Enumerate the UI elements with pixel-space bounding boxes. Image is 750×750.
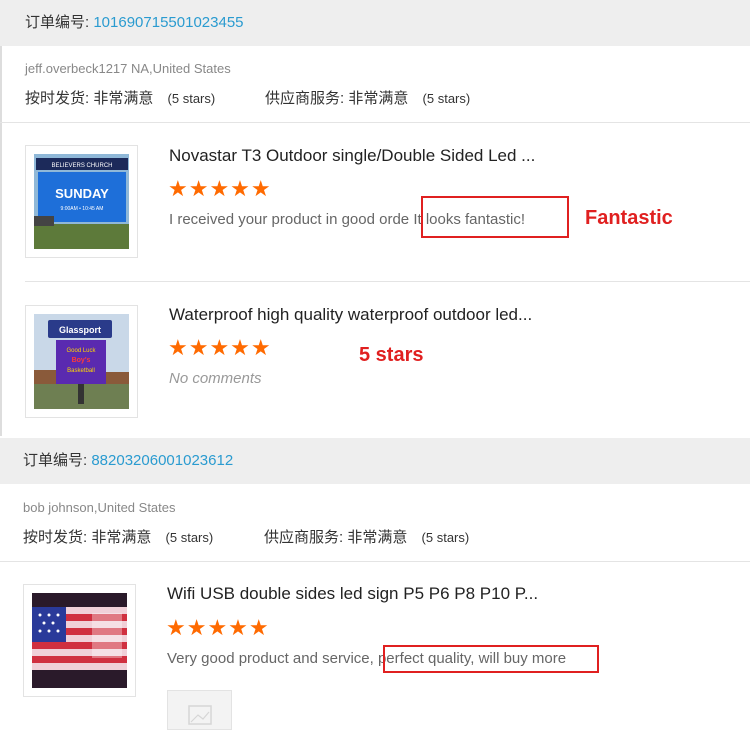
shipping-stars-text: (5 stars) (167, 91, 216, 106)
divider (0, 561, 750, 562)
review-photo-thumbnail[interactable] (167, 690, 232, 730)
product-thumbnail[interactable]: Glassport Good Luck Boy's Basketball (25, 305, 138, 418)
review-comment-part1: Very good product and service, (167, 650, 374, 667)
shipping-value: 非常满意 (93, 90, 154, 107)
seller-rating-line: 按时发货: 非常满意 (5 stars) 供应商服务: 非常满意 (5 star… (23, 526, 723, 547)
sign-header-text: BELIEVERS CHURCH (51, 163, 112, 169)
product-image-school-sign: Glassport Good Luck Boy's Basketball (34, 314, 129, 409)
sign-sub-text: 9:00AM • 10:45 AM (61, 206, 104, 212)
order-number-link[interactable]: 101690715501023455 (93, 14, 243, 31)
product-title-link[interactable]: Wifi USB double sides led sign P5 P6 P8 … (167, 584, 538, 604)
seller-rating-line: 按时发货: 非常满意 (5 stars) 供应商服务: 非常满意 (5 star… (25, 87, 725, 108)
product-thumbnail[interactable] (23, 584, 136, 697)
divider (0, 122, 750, 123)
service-value: 非常满意 (348, 90, 409, 107)
shipping-label: 按时发货: (23, 529, 88, 546)
highlight-box (383, 645, 599, 673)
sign-line2: Boy's (72, 357, 91, 364)
order-number-label: 订单编号: (25, 14, 90, 31)
product-image-led-sign: BELIEVERS CHURCH SUNDAY 9:00AM • 10:45 A… (34, 154, 129, 249)
service-label: 供应商服务: (265, 90, 345, 107)
annotation-fantastic: Fantastic (585, 207, 673, 229)
review-comment-part1: I received your product in good orde (169, 211, 410, 228)
left-divider (0, 46, 2, 436)
order-header: 订单编号: 101690715501023455 (0, 0, 750, 46)
highlight-box (421, 196, 569, 238)
rating-stars: ★★★★★ (166, 615, 270, 640)
rating-stars: ★★★★★ (168, 335, 272, 360)
service-stars-text: (5 stars) (422, 91, 471, 106)
no-comments-text: No comments (169, 370, 262, 387)
product-thumbnail[interactable]: BELIEVERS CHURCH SUNDAY 9:00AM • 10:45 A… (25, 145, 138, 258)
annotation-5-stars: 5 stars (359, 344, 424, 366)
shipping-value: 非常满意 (91, 529, 152, 546)
sign-line1: Good Luck (66, 348, 96, 354)
product-image-flag-sign (32, 593, 127, 688)
service-value: 非常满意 (347, 529, 408, 546)
product-title-link[interactable]: Novastar T3 Outdoor single/Double Sided … (169, 146, 535, 166)
sign-top-text: Glassport (59, 325, 101, 335)
order-number-link[interactable]: 88203206001023612 (91, 452, 233, 469)
buyer-name: jeff.overbeck1217 NA,United States (25, 61, 231, 76)
order-number-label: 订单编号: (23, 452, 88, 469)
divider (25, 281, 750, 282)
service-stars-text: (5 stars) (421, 530, 470, 545)
rating-stars: ★★★★★ (168, 176, 272, 201)
shipping-label: 按时发货: (25, 90, 90, 107)
product-title-link[interactable]: Waterproof high quality waterproof outdo… (169, 305, 532, 325)
service-label: 供应商服务: (264, 529, 344, 546)
image-placeholder-icon (188, 705, 212, 725)
order-header: 订单编号: 88203206001023612 (0, 438, 750, 484)
sign-main-text: SUNDAY (55, 186, 109, 201)
shipping-stars-text: (5 stars) (165, 530, 214, 545)
sign-line3: Basketball (67, 368, 95, 374)
buyer-name: bob johnson,United States (23, 500, 176, 515)
